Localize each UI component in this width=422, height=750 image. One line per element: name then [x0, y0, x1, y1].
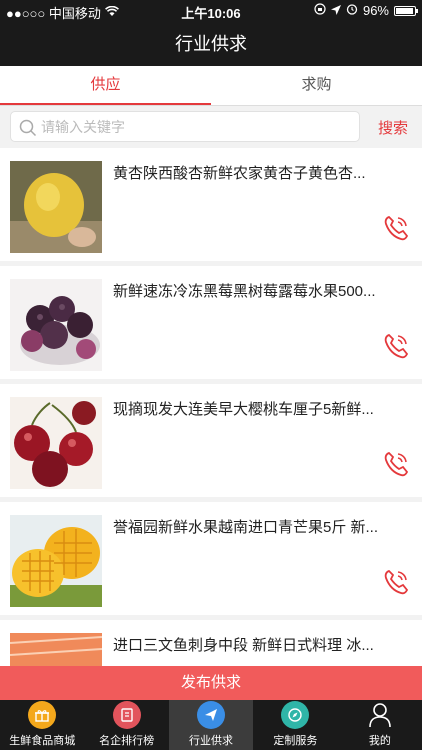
location-icon — [330, 3, 341, 18]
product-image-mango — [10, 515, 102, 607]
tab-industry-supply[interactable]: 行业供求 — [168, 700, 254, 750]
publish-button[interactable]: 发布供求 — [0, 666, 422, 700]
search-icon — [19, 119, 37, 137]
list-item[interactable]: 新鲜速冻冷冻黑莓黑树莓露莓水果500... — [0, 266, 422, 384]
supply-list: 黄杏陕西酸杏新鲜农家黄杏子黄色杏... 新鲜速冻冷冻黑莓黑树莓露莓水果500..… — [0, 148, 422, 666]
bottom-tab-bar: 生鲜食品商城 名企排行榜 行业供求 定制服务 我的 — [0, 700, 422, 750]
item-title: 新鲜速冻冷冻黑莓黑树莓露莓水果500... — [113, 283, 376, 300]
tab-label: 我的 — [368, 735, 391, 747]
segment-tabs: 供应 求购 — [0, 66, 422, 106]
tab-ranking[interactable]: 名企排行榜 — [84, 700, 168, 750]
tab-label: 行业供求 — [189, 735, 234, 747]
battery-percent: 96% — [362, 3, 389, 18]
list-item[interactable]: 誉福园新鲜水果越南进口青芒果5斤 新... — [0, 502, 422, 620]
battery-icon — [394, 5, 418, 16]
phone-icon[interactable] — [380, 448, 412, 485]
phone-icon[interactable] — [380, 212, 412, 249]
item-title: 黄杏陕西酸杏新鲜农家黄杏子黄色杏... — [113, 165, 366, 182]
item-title: 现摘现发大连美早大樱桃车厘子5新鲜... — [113, 401, 374, 418]
status-bar: ●●○○○ 中国移动 上午10:06 96% — [0, 0, 422, 22]
tab-supply[interactable]: 供应 — [0, 66, 211, 105]
search-button[interactable]: 搜索 — [378, 117, 408, 138]
search-row: 搜索 — [0, 106, 422, 148]
tab-label: 生鲜食品商城 — [9, 735, 76, 747]
search-input[interactable] — [41, 112, 351, 141]
search-box — [10, 111, 360, 142]
product-image-cherry — [10, 397, 102, 489]
alarm-icon — [346, 3, 358, 18]
tab-label: 定制服务 — [273, 735, 318, 747]
product-image-blackberry — [10, 279, 102, 371]
item-title: 誉福园新鲜水果越南进口青芒果5斤 新... — [113, 519, 379, 536]
tab-fresh-mall[interactable]: 生鲜食品商城 — [0, 700, 84, 750]
page-title: 行业供求 — [0, 22, 422, 66]
phone-icon[interactable] — [380, 330, 412, 367]
product-image-apricot — [10, 161, 102, 253]
tab-custom-service[interactable]: 定制服务 — [253, 700, 337, 750]
item-title: 进口三文鱼刺身中段 新鲜日式料理 冰... — [113, 637, 374, 654]
user-icon — [366, 701, 394, 729]
send-icon — [197, 701, 226, 729]
phone-icon[interactable] — [380, 566, 412, 603]
tab-mine[interactable]: 我的 — [338, 700, 422, 750]
compass-icon — [281, 701, 310, 729]
tab-demand[interactable]: 求购 — [211, 66, 422, 105]
lock-rotation-icon — [314, 3, 326, 18]
gift-icon — [28, 701, 57, 729]
tab-label: 名企排行榜 — [99, 735, 155, 747]
list-item[interactable]: 黄杏陕西酸杏新鲜农家黄杏子黄色杏... — [0, 148, 422, 266]
list-item[interactable]: 现摘现发大连美早大樱桃车厘子5新鲜... — [0, 384, 422, 502]
product-image-salmon — [10, 633, 102, 666]
list-item[interactable]: 进口三文鱼刺身中段 新鲜日式料理 冰... — [0, 620, 422, 666]
rank-icon — [112, 701, 141, 729]
